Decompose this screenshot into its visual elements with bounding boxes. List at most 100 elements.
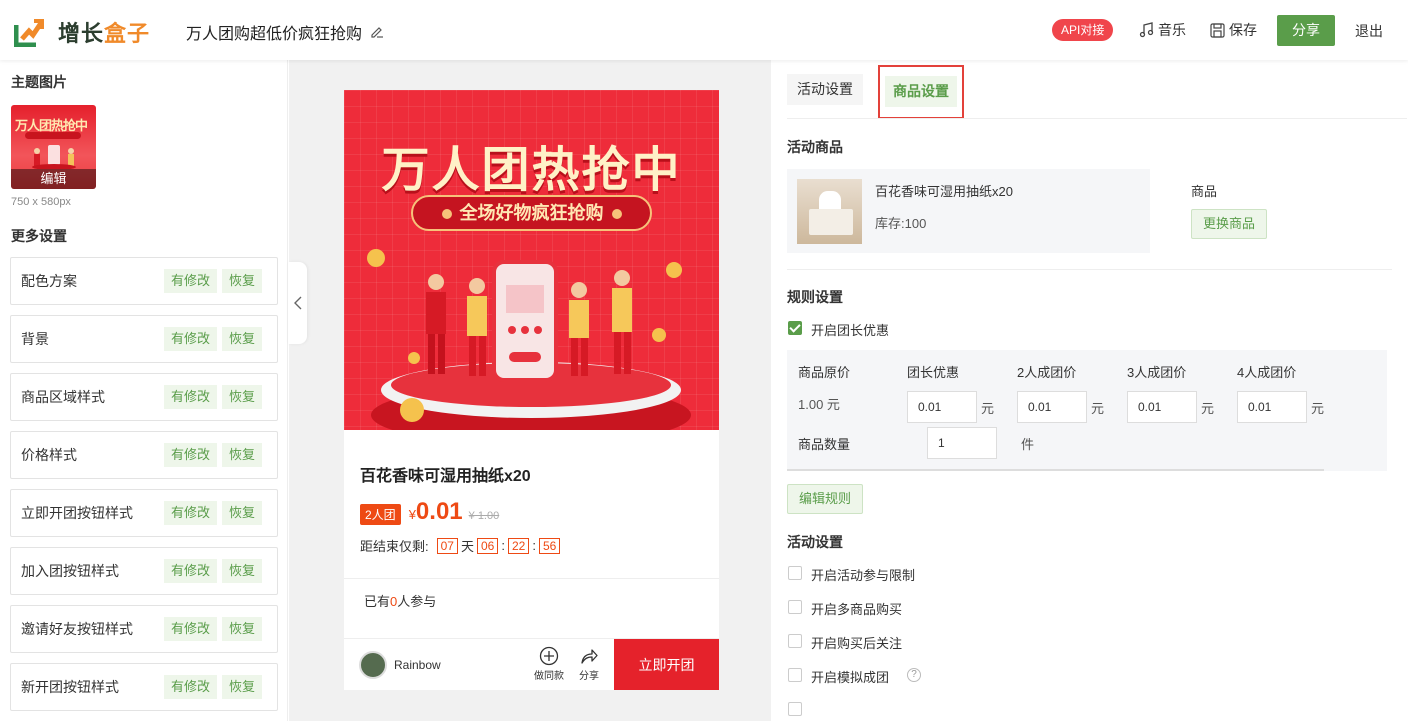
participants-count: 已有0人参与 <box>364 591 436 610</box>
restore-button[interactable]: 恢复 <box>221 675 262 699</box>
setting-item-goods-area-style[interactable]: 商品区域样式 有修改 恢复 <box>10 373 278 421</box>
tab-goods-settings[interactable]: 商品设置 <box>878 65 964 119</box>
leader-discount-input[interactable]: 0.01 <box>907 391 977 423</box>
goods-thumbnail <box>797 179 862 244</box>
setting-item-label: 商品区域样式 <box>21 389 105 405</box>
setting-item-price-style[interactable]: 价格样式 有修改 恢复 <box>10 431 278 479</box>
restore-button[interactable]: 恢复 <box>221 501 262 525</box>
follow-after-purchase-checkbox[interactable] <box>788 634 802 648</box>
setting-item-background[interactable]: 背景 有修改 恢复 <box>10 315 278 363</box>
ribbon-dot-icon <box>441 209 452 220</box>
edit-rules-button[interactable]: 编辑规则 <box>787 484 864 514</box>
divider <box>344 578 719 579</box>
bottom-action-bar: Rainbow 做同款 分享 立即开团 <box>344 638 719 690</box>
unit-yuan: 元 <box>1201 401 1215 416</box>
unit-yuan: 元 <box>1311 401 1325 416</box>
countdown-day-unit: 天 <box>460 539 474 554</box>
modified-tag: 有修改 <box>163 327 217 351</box>
participants-prefix: 已有 <box>364 594 391 609</box>
currency-symbol: ¥ <box>408 507 416 522</box>
restore-button[interactable]: 恢复 <box>221 327 262 351</box>
rules-header-4-person-price: 4人成团价 <box>1237 365 1297 380</box>
share-action-button[interactable]: 分享 <box>569 645 609 682</box>
ribbon-dot-icon <box>611 209 622 220</box>
restore-button[interactable]: 恢复 <box>221 385 262 409</box>
logo-text: 增长盒子 <box>58 16 150 48</box>
three-person-price-input[interactable]: 0.01 <box>1127 391 1197 423</box>
theme-image-edit-label[interactable]: 编辑 <box>11 169 96 189</box>
participation-limit-checkbox[interactable] <box>788 566 802 580</box>
collapse-sidebar-handle[interactable] <box>288 262 307 344</box>
logo-text-accent: 盒子 <box>104 21 151 46</box>
rules-table: 商品原价 团长优惠 2人成团价 3人成团价 4人成团价 1.00 元 0.01 … <box>787 350 1387 471</box>
theme-image-size: 750 x 580px <box>11 196 71 208</box>
document-title[interactable]: 万人团购超低价疯狂抢购 <box>186 20 384 44</box>
save-button[interactable]: 保存 <box>1210 20 1257 40</box>
modified-tag: 有修改 <box>163 501 217 525</box>
tab-activity-settings[interactable]: 活动设置 <box>787 74 863 105</box>
quantity-label: 商品数量 <box>798 437 851 452</box>
leader-discount-checkbox[interactable] <box>788 321 802 335</box>
open-group-button[interactable]: 立即开团 <box>614 639 719 690</box>
chevron-left-icon <box>293 296 301 310</box>
banner-image[interactable]: 万人团热抢中 全场好物疯狂抢购 <box>344 90 719 430</box>
save-icon <box>1210 22 1225 38</box>
setting-item-label: 邀请好友按钮样式 <box>21 621 133 637</box>
setting-item-invite-button-style[interactable]: 邀请好友按钮样式 有修改 恢复 <box>10 605 278 653</box>
tab-goods-settings-label: 商品设置 <box>885 76 957 107</box>
restore-button[interactable]: 恢复 <box>221 269 262 293</box>
multi-goods-label: 开启多商品购买 <box>811 602 903 617</box>
goods-card: 百花香味可湿用抽纸x20 库存:100 <box>787 169 1150 253</box>
change-goods-button[interactable]: 更换商品 <box>1191 209 1268 239</box>
goods-label: 商品 <box>1191 184 1218 199</box>
price-row: 2人团 ¥ 0.01 ¥ 1.00 <box>360 498 499 526</box>
banner-subtitle: 全场好物疯狂抢购 <box>411 195 652 231</box>
countdown-seconds: 56 <box>538 537 561 554</box>
same-style-button[interactable]: 做同款 <box>529 645 569 682</box>
music-label: 音乐 <box>1158 22 1186 38</box>
two-person-price-input[interactable]: 0.01 <box>1017 391 1087 423</box>
pencil-icon[interactable] <box>370 25 384 39</box>
setting-item-color-scheme[interactable]: 配色方案 有修改 恢复 <box>10 257 278 305</box>
avatar <box>359 651 387 679</box>
goods-name: 百花香味可湿用抽纸x20 <box>875 184 1013 199</box>
logout-link[interactable]: 退出 <box>1355 21 1383 41</box>
document-title-text: 万人团购超低价疯狂抢购 <box>186 26 363 43</box>
rules-header-orig-price: 商品原价 <box>798 365 851 380</box>
logo-text-main: 增长 <box>58 21 105 46</box>
help-icon[interactable]: ? <box>907 668 921 682</box>
setting-item-new-group-button-style[interactable]: 新开团按钮样式 有修改 恢复 <box>10 663 278 711</box>
restore-button[interactable]: 恢复 <box>221 617 262 641</box>
rules-title: 规则设置 <box>787 289 843 305</box>
api-badge[interactable]: API对接 <box>1052 19 1114 41</box>
restore-button[interactable]: 恢复 <box>221 443 262 467</box>
simulated-group-checkbox[interactable] <box>788 668 802 682</box>
setting-item-label: 新开团按钮样式 <box>21 679 119 695</box>
next-option-checkbox[interactable] <box>788 702 802 716</box>
share-arrow-icon <box>581 649 598 664</box>
activity-goods-title: 活动商品 <box>787 139 843 155</box>
group-size-tag: 2人团 <box>360 504 401 525</box>
unit-yuan: 元 <box>1091 401 1105 416</box>
theme-image-title: 主题图片 <box>11 74 67 90</box>
quantity-input[interactable]: 1 <box>927 427 997 459</box>
divider <box>787 269 1392 270</box>
setting-item-join-group-button-style[interactable]: 加入团按钮样式 有修改 恢复 <box>10 547 278 595</box>
phone-preview: 万人团热抢中 全场好物疯狂抢购 百花香味可湿用抽纸x20 2人团 ¥ 0.01 … <box>344 90 719 690</box>
rules-header-2-person-price: 2人成团价 <box>1017 365 1077 380</box>
logo[interactable]: 增长盒子 <box>13 16 150 48</box>
theme-image-thumbnail[interactable]: 万人团热抢中 编辑 <box>11 105 96 189</box>
simulated-group-label: 开启模拟成团 <box>811 670 890 685</box>
share-button[interactable]: 分享 <box>1277 15 1335 46</box>
horizontal-scrollbar[interactable] <box>787 469 1324 471</box>
multi-goods-checkbox[interactable] <box>788 600 802 614</box>
setting-item-open-group-button-style[interactable]: 立即开团按钮样式 有修改 恢复 <box>10 489 278 537</box>
tab-divider <box>787 118 1407 119</box>
settings-sidebar: 主题图片 万人团热抢中 编辑 750 x 580px 更多设置 配色方案 有修改… <box>0 60 288 721</box>
music-button[interactable]: 音乐 <box>1138 20 1186 40</box>
modified-tag: 有修改 <box>163 443 217 467</box>
follow-after-purchase-label: 开启购买后关注 <box>811 636 903 651</box>
restore-button[interactable]: 恢复 <box>221 559 262 583</box>
original-price: ¥ 1.00 <box>468 510 500 522</box>
four-person-price-input[interactable]: 0.01 <box>1237 391 1307 423</box>
